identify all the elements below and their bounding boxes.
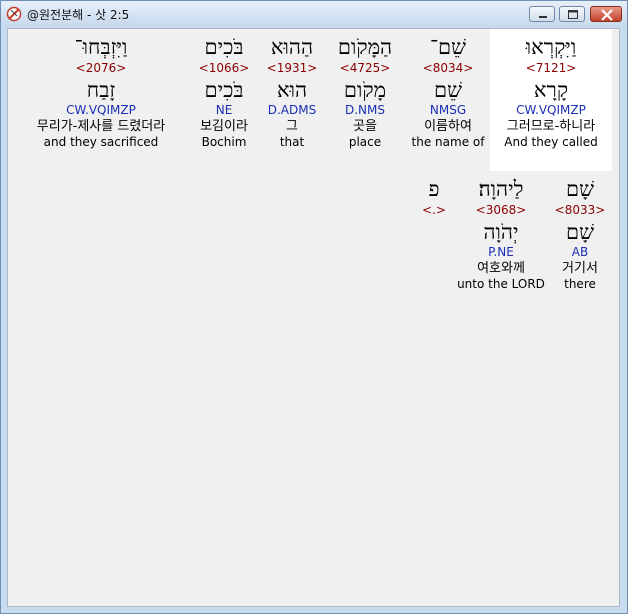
english-gloss: there <box>564 277 596 291</box>
english-gloss: that <box>279 135 305 149</box>
lemma: קָרָא <box>533 78 569 102</box>
korean-gloss: 보김이라 <box>200 119 248 134</box>
title-bar[interactable]: @원전분해 - 삿 2:5 <box>1 1 627 27</box>
word-block[interactable]: הַמָּקֹום <4725> מָקֹום D.NMS 곳을 place <box>324 29 406 150</box>
lemma: שֵׁם <box>434 78 462 102</box>
korean-gloss: 무리가-제사를 드렸더라 <box>36 119 166 134</box>
morph-code: CW.VQIMZP <box>66 103 136 117</box>
morph-code: NMSG <box>429 103 467 117</box>
minimize-icon <box>539 16 547 18</box>
strong-number[interactable]: <3068> <box>454 203 548 217</box>
english-gloss: Bochim <box>201 135 247 149</box>
minimize-button[interactable] <box>529 6 555 22</box>
word-block[interactable]: הַהוּא <1931> הוּא D.ADMS 그 that <box>260 29 324 150</box>
korean-gloss: 이름하여 <box>424 119 472 134</box>
interlinear-view: וַיִּקְרְאוּ <7121> קָרָא CW.VQIMZP 그러므로… <box>7 28 620 607</box>
english-gloss: the name of <box>411 135 485 149</box>
morph-code: D.ADMS <box>267 103 317 117</box>
word-block[interactable]: בֹּכִים <1066> בֹּכִים NE 보김이라 Bochim <box>188 29 260 150</box>
word-block[interactable]: לַיהוָה׃ <3068> יְהֹוָה P.NE 여호와께 unto t… <box>454 171 548 292</box>
hebrew-word: בֹּכִים <box>204 35 244 59</box>
hebrew-word: וַיִּזְבְּחוּ־ <box>74 35 128 59</box>
hebrew-word: פ <box>428 177 440 201</box>
strong-number[interactable]: <1931> <box>260 61 324 75</box>
strong-number[interactable]: <4725> <box>324 61 406 75</box>
english-gloss: and they sacrificed <box>43 135 159 149</box>
hebrew-word: לַיהוָה׃ <box>478 177 524 201</box>
english-gloss: unto the LORD <box>457 277 545 291</box>
english-gloss: place <box>348 135 382 149</box>
hebrew-word: וַיִּקְרְאוּ <box>525 35 577 59</box>
lemma: יְהֹוָה <box>483 220 519 244</box>
morph-code: P.NE <box>488 245 514 259</box>
korean-gloss: 그 <box>286 119 298 134</box>
lemma: שָׁם <box>566 220 594 244</box>
korean-gloss: 여호와께 <box>477 261 525 276</box>
word-block[interactable]: פ <.> <box>414 171 454 217</box>
lemma: בֹּכִים <box>204 78 244 102</box>
korean-gloss: 거기서 <box>562 261 598 276</box>
morph-code: NE <box>215 103 233 117</box>
close-button[interactable] <box>590 6 622 22</box>
morph-code: AB <box>571 245 589 259</box>
strong-number[interactable]: <8034> <box>406 61 490 75</box>
close-icon <box>601 9 613 21</box>
korean-gloss: 그러므로-하니라 <box>506 119 596 134</box>
korean-gloss: 곳을 <box>353 119 377 134</box>
lemma: מָקֹום <box>343 78 387 102</box>
english-gloss: And they called <box>504 135 598 149</box>
strong-number[interactable]: <1066> <box>188 61 260 75</box>
lemma: זָבַח <box>86 78 116 102</box>
app-window: @원전분해 - 삿 2:5 וַיִּקְרְאוּ <7121> קָרָא … <box>0 0 628 614</box>
strong-number[interactable]: <.> <box>414 203 454 217</box>
hebrew-word: הַהוּא <box>270 35 314 59</box>
hebrew-word: שֵׁם־ <box>429 35 466 59</box>
hebrew-word: הַמָּקֹום <box>337 35 393 59</box>
strong-number[interactable]: <8033> <box>548 203 612 217</box>
word-block[interactable]: וַיִּקְרְאוּ <7121> קָרָא CW.VQIMZP 그러므로… <box>490 29 612 171</box>
strong-number[interactable]: <7121> <box>490 61 612 75</box>
morph-code: D.NMS <box>344 103 385 117</box>
maximize-icon <box>568 10 578 19</box>
morph-code: CW.VQIMZP <box>516 103 586 117</box>
hebrew-word: שָׁם <box>566 177 594 201</box>
word-block[interactable]: וַיִּזְבְּחוּ־ <2076> זָבַח CW.VQIMZP 무리… <box>16 29 186 150</box>
window-title: @원전분해 - 삿 2:5 <box>27 8 130 22</box>
word-block[interactable]: שֵׁם־ <8034> שֵׁם NMSG 이름하여 the name of <box>406 29 490 150</box>
lemma: הוּא <box>276 78 308 102</box>
app-logo-icon <box>6 6 22 22</box>
word-block[interactable]: שָׁם <8033> שָׁם AB 거기서 there <box>548 171 612 292</box>
maximize-button[interactable] <box>559 6 585 22</box>
strong-number[interactable]: <2076> <box>16 61 186 75</box>
